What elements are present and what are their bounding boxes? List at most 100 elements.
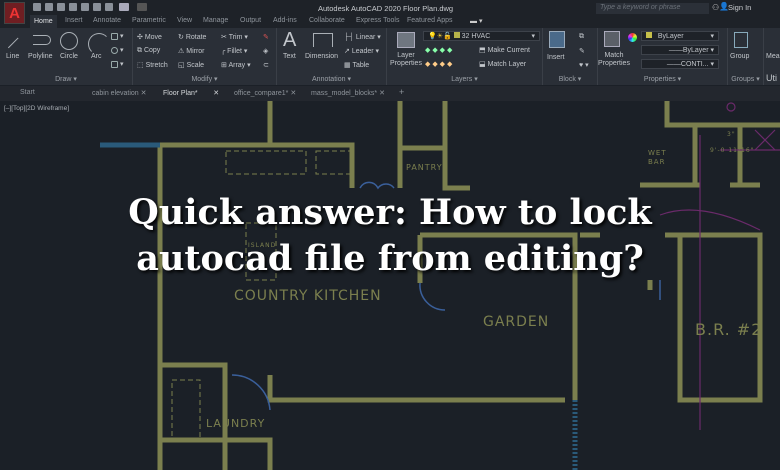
linetype-dropdown[interactable]: ——CONTI... ▾ [641, 59, 719, 69]
color-dropdown[interactable]: ByLayer ▾ [641, 31, 719, 41]
close-icon[interactable]: ✕ [141, 90, 147, 97]
match-properties-icon [604, 31, 620, 47]
line-button[interactable]: Line [6, 53, 19, 61]
offset-icon[interactable]: ⊂ [263, 61, 269, 69]
doc-tab-start[interactable]: Start [20, 89, 35, 96]
save-icon[interactable] [57, 3, 65, 11]
array-button[interactable]: ⊞ Array ▾ [221, 61, 251, 69]
ellipse-icon[interactable]: ▾ [111, 46, 124, 54]
match-layer-button[interactable]: ⬓ Match Layer [479, 60, 526, 68]
polyline-button[interactable]: Polyline [28, 53, 53, 61]
explode-icon[interactable]: ◈ [263, 47, 268, 55]
rotate-button[interactable]: ↻ Rotate [178, 33, 206, 41]
properties-panel: Match Properties ByLayer ▾ ——ByLayer ▾ ——… [598, 28, 728, 85]
tab-parametric[interactable]: Parametric [132, 17, 166, 24]
search-input[interactable]: Type a keyword or phrase [596, 3, 709, 14]
linear-button[interactable]: ├┤ Linear ▾ [344, 33, 381, 41]
block-panel-label[interactable]: Block ▾ [543, 75, 597, 83]
drawing-canvas[interactable]: PANTRY ISLAND COUNTRY KITCHEN GARDEN LAU… [0, 101, 780, 470]
trim-icon: ✂ [221, 34, 229, 41]
rectangle-icon[interactable]: ▾ [111, 32, 124, 40]
close-icon[interactable]: ✕ [379, 90, 385, 97]
tab-express-tools[interactable]: Express Tools [356, 17, 399, 24]
new-icon[interactable] [33, 3, 41, 11]
leader-icon: ↗ [344, 48, 352, 55]
doc-tab-floor-plan[interactable]: Floor Plan* ✕ [163, 89, 219, 97]
annotation-panel-label[interactable]: Annotation ▾ [277, 75, 386, 83]
sign-in-button[interactable]: Sign In [728, 3, 751, 12]
layer-properties-icon [397, 32, 415, 48]
draw-panel-label[interactable]: Draw ▾ [0, 75, 132, 83]
groups-panel-label[interactable]: Groups ▾ [728, 75, 763, 83]
create-block-icon[interactable]: ⧉ [579, 33, 584, 41]
arc-button[interactable]: Arc [91, 53, 102, 61]
draw-panel: Line Polyline Circle Arc ▾ ▾ ▾ Draw ▾ [0, 28, 133, 85]
fillet-button[interactable]: ╭ Fillet ▾ [221, 47, 247, 55]
publish-icon[interactable] [81, 3, 89, 11]
save-as-icon[interactable] [69, 3, 77, 11]
doc-tab-office-compare[interactable]: office_compare1* ✕ [234, 89, 296, 97]
make-current-icon: ⬒ [479, 47, 488, 54]
group-button[interactable]: Group [730, 53, 749, 61]
circle-button[interactable]: Circle [60, 53, 78, 61]
viewport-controls[interactable]: [–][Top][2D Wireframe] [4, 105, 69, 112]
doc-tab-cabin-elevation[interactable]: cabin elevation ✕ [92, 89, 147, 97]
new-tab-button[interactable]: + [399, 87, 404, 97]
move-button[interactable]: ✣ Move [137, 33, 162, 41]
tab-insert[interactable]: Insert [65, 17, 83, 24]
text-button[interactable]: Text [283, 53, 296, 61]
autocad-logo[interactable]: A [4, 2, 25, 24]
tab-manage[interactable]: Manage [203, 17, 228, 24]
print-icon[interactable] [105, 3, 113, 11]
leader-button[interactable]: ↗ Leader ▾ [344, 47, 379, 55]
block-panel: Insert ⧉ ✎ ♥ ▾ Block ▾ [543, 28, 598, 85]
polyline-icon [33, 35, 51, 45]
layer-tools-icons[interactable]: ◆ ◆ ◆ ◆ [425, 46, 452, 54]
doc-tab-mass-model-blocks[interactable]: mass_model_blocks* ✕ [311, 89, 385, 97]
lineweight-dropdown[interactable]: ——ByLayer ▾ [641, 45, 719, 55]
properties-panel-label[interactable]: Properties ▾ [598, 75, 727, 83]
insert-button[interactable]: Insert [547, 54, 565, 62]
tab-annotate[interactable]: Annotate [93, 17, 121, 24]
utilities-panel-label[interactable]: Uti [766, 73, 777, 83]
room-label-bar: BAR [648, 158, 665, 166]
modify-panel-label[interactable]: Modify ▾ [133, 75, 276, 83]
room-label-wet: WET [648, 149, 667, 157]
edit-block-icon[interactable]: ✎ [579, 47, 585, 55]
groups-panel: Group Groups ▾ [728, 28, 764, 85]
make-current-button[interactable]: ⬒ Make Current [479, 46, 530, 54]
tab-home[interactable]: Home [30, 15, 57, 28]
ribbon-tabs: Home Insert Annotate Parametric View Man… [0, 15, 780, 28]
tab-add-ins[interactable]: Add-ins [273, 17, 297, 24]
dimension-icon [313, 33, 333, 47]
tab-collaborate[interactable]: Collaborate [309, 17, 345, 24]
group-icon [734, 32, 748, 48]
dimension-button[interactable]: Dimension [305, 53, 338, 61]
hatch-icon[interactable]: ▾ [111, 60, 124, 68]
plot-icon[interactable] [93, 3, 101, 11]
tab-view[interactable]: View [177, 17, 192, 24]
measure-button[interactable]: Mea [766, 53, 780, 61]
layers-panel-label[interactable]: Layers ▾ [387, 75, 542, 83]
tab-featured-apps[interactable]: Featured Apps [407, 17, 453, 24]
undo-icon[interactable] [119, 3, 129, 11]
close-icon[interactable]: ✕ [213, 90, 219, 97]
erase-icon[interactable]: ✎ [263, 33, 269, 41]
trim-button[interactable]: ✂ Trim ▾ [221, 33, 248, 41]
close-icon[interactable]: ✕ [290, 90, 296, 97]
title-bar: A Autodesk AutoCAD 2020 Floor Plan.dwg T… [0, 0, 780, 24]
layer-properties-button[interactable]: Layer Properties [389, 52, 423, 68]
workspace-icon[interactable]: ▬ ▾ [470, 17, 482, 25]
layer-dropdown[interactable]: 💡☀🔓 32 HVAC ▾ [423, 31, 540, 41]
tab-output[interactable]: Output [240, 17, 261, 24]
block-attributes-icon[interactable]: ♥ ▾ [579, 61, 589, 69]
scale-button[interactable]: ◱ Scale [178, 61, 204, 69]
stretch-button[interactable]: ⬚ Stretch [137, 61, 168, 69]
table-button[interactable]: ▦ Table [344, 61, 369, 69]
layer-tools-icons-2[interactable]: ◆ ◆ ◆ ◆ [425, 60, 452, 68]
redo-icon[interactable] [137, 3, 147, 11]
copy-button[interactable]: ⧉ Copy [137, 47, 160, 55]
mirror-button[interactable]: ⚠ Mirror [178, 47, 205, 55]
match-properties-button[interactable]: Match Properties [593, 52, 635, 68]
open-icon[interactable] [45, 3, 53, 11]
